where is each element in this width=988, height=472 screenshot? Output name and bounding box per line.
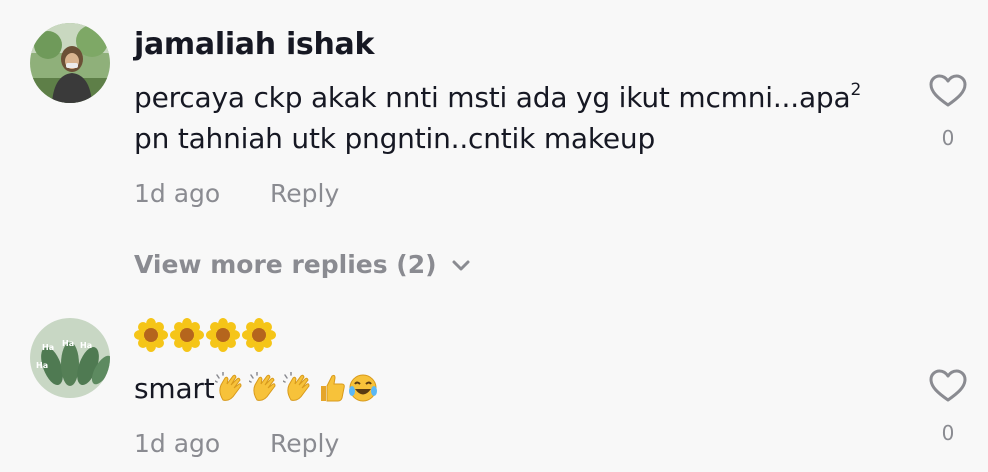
chevron-down-icon bbox=[451, 250, 471, 279]
comment-text-line: percaya ckp akak nnti msti ada yg ikut m… bbox=[134, 80, 861, 114]
clapping-hands-icon bbox=[282, 372, 310, 401]
clapping-hands-icon bbox=[214, 372, 242, 401]
clapping-hands-icon bbox=[248, 372, 276, 401]
view-more-label: View more replies (2) bbox=[134, 250, 437, 279]
sunflower-icon bbox=[206, 318, 240, 352]
svg-text:Ha: Ha bbox=[62, 339, 74, 348]
sunflower-icon bbox=[170, 318, 204, 352]
comment-text: smart bbox=[134, 372, 215, 405]
svg-text:Ha: Ha bbox=[42, 343, 54, 352]
comment-text-line: pn tahniah utk pngntin..cntik makeup bbox=[134, 122, 656, 155]
comment-text-line: smart bbox=[134, 372, 379, 405]
avatar[interactable]: Ha Ha Ha Ha bbox=[30, 318, 110, 398]
tears-of-joy-icon bbox=[348, 374, 377, 402]
like-button[interactable]: 0 bbox=[926, 369, 970, 445]
avatar[interactable] bbox=[30, 23, 110, 103]
reply-button[interactable]: Reply bbox=[270, 429, 339, 458]
comment-time: 1d ago bbox=[134, 179, 221, 208]
comment-emoji-row bbox=[214, 372, 379, 404]
comment-emoji-row bbox=[134, 318, 276, 352]
svg-text:Ha: Ha bbox=[36, 361, 48, 370]
sunflower-icon bbox=[134, 318, 168, 352]
heart-outline-icon bbox=[929, 74, 967, 107]
sunflower-icon bbox=[242, 318, 276, 352]
comment-text-superscript: 2 bbox=[850, 80, 862, 100]
reply-button[interactable]: Reply bbox=[270, 179, 339, 208]
like-button[interactable]: 0 bbox=[926, 74, 970, 150]
heart-outline-icon bbox=[929, 369, 967, 402]
like-count: 0 bbox=[941, 126, 955, 150]
comment-username[interactable]: jamaliah ishak bbox=[134, 27, 374, 62]
comment-text: percaya ckp akak nnti msti ada yg ikut m… bbox=[134, 81, 851, 114]
like-count: 0 bbox=[941, 421, 955, 445]
view-more-replies-button[interactable]: View more replies (2) bbox=[134, 250, 471, 279]
svg-text:Ha: Ha bbox=[80, 341, 92, 350]
comment-time: 1d ago bbox=[134, 429, 221, 458]
thumbs-up-icon bbox=[320, 374, 345, 402]
